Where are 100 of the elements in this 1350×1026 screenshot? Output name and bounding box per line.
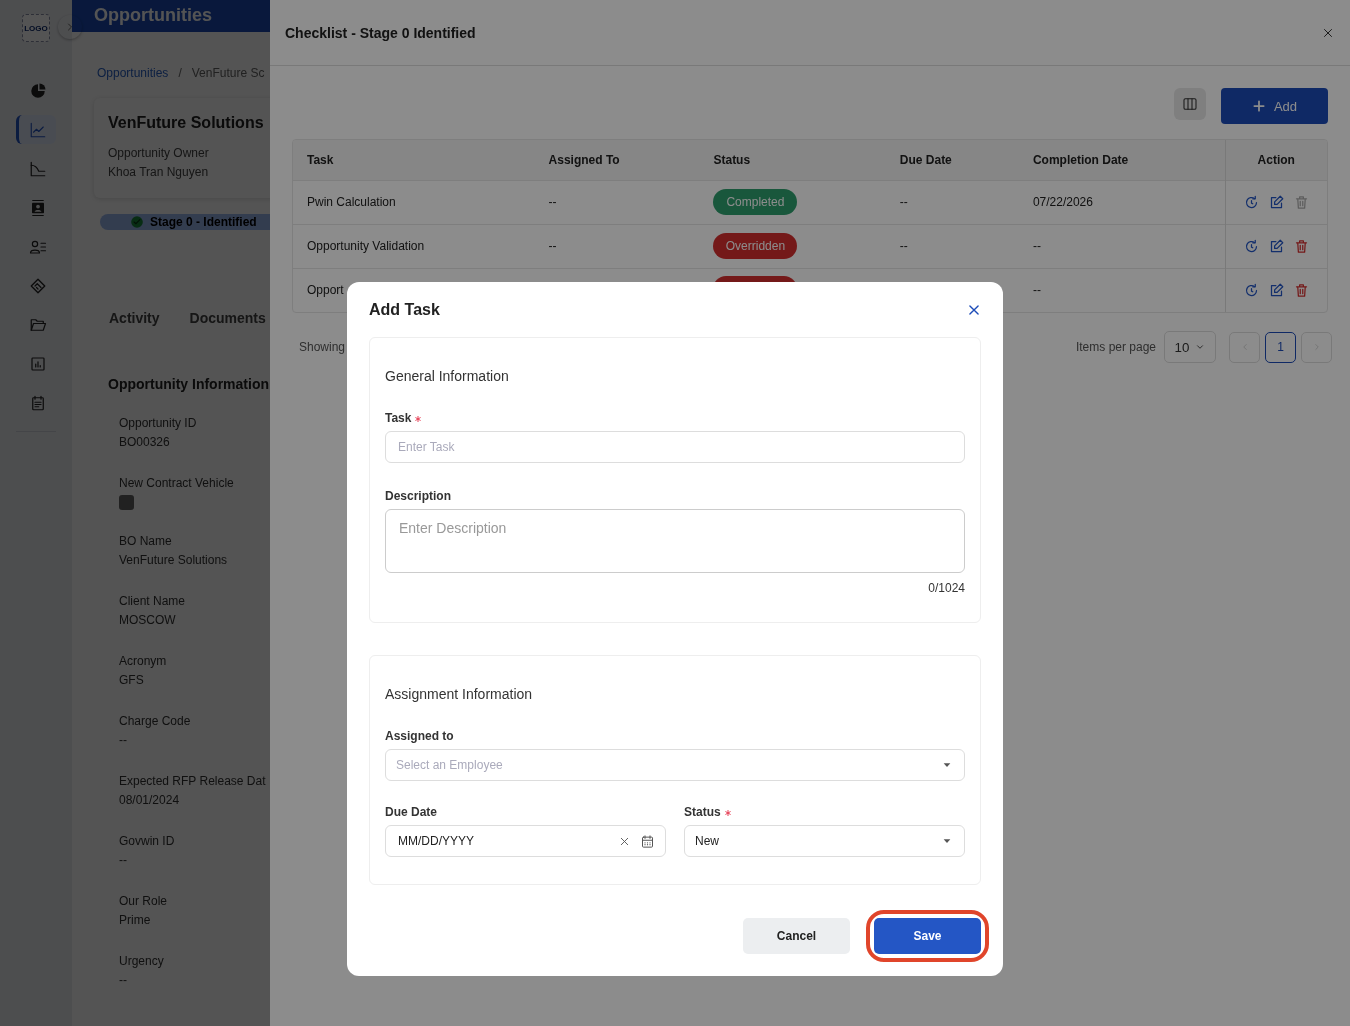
field-value: -- <box>119 972 128 989</box>
page-button[interactable]: 1 <box>1265 331 1296 363</box>
refresh-button[interactable] <box>1243 282 1259 298</box>
section-title: Assignment Information <box>385 686 534 702</box>
field-label: Client Name <box>119 593 187 610</box>
table-cell: -- <box>885 224 1019 268</box>
page-title: Opportunities <box>72 0 270 32</box>
dropdown-arrow-icon <box>942 760 952 770</box>
columns-button[interactable] <box>1174 88 1206 120</box>
showing-text: Showing <box>299 340 346 354</box>
calendar-button[interactable] <box>640 833 655 849</box>
declining-chart-icon <box>28 159 47 178</box>
delete-button[interactable] <box>1293 282 1309 298</box>
close-button[interactable] <box>967 303 981 317</box>
table-cell: -- <box>534 180 700 224</box>
table-cell: -- <box>1018 224 1225 268</box>
refresh-button[interactable] <box>1243 238 1259 254</box>
clear-icon <box>619 835 630 847</box>
field-value: MOSCOW <box>119 612 177 629</box>
opportunity-name: VenFuture Solutions <box>108 113 265 132</box>
checkbox[interactable] <box>119 495 134 510</box>
column-header: Completion Date <box>1018 140 1225 180</box>
column-header: Action <box>1225 140 1327 180</box>
status-select[interactable]: New <box>684 825 965 857</box>
field-label: Our Role <box>119 893 169 910</box>
date-value: MM/DD/YYYY <box>398 834 475 848</box>
character-counter: 0/1024 <box>927 581 965 595</box>
field-value: Prime <box>119 912 152 929</box>
table-cell: -- <box>885 180 1019 224</box>
table-cell: -- <box>1018 268 1225 312</box>
edit-button[interactable] <box>1268 238 1284 254</box>
close-icon <box>1322 26 1334 39</box>
table-cell: 07/22/2026 <box>1018 180 1225 224</box>
delete-button[interactable] <box>1293 238 1309 254</box>
page-size-select[interactable]: 10 <box>1164 331 1216 363</box>
tab[interactable]: Documents <box>189 310 266 334</box>
field-label: Status <box>684 805 721 819</box>
close-button[interactable] <box>1322 26 1334 39</box>
line-chart-icon <box>28 120 47 139</box>
edit-icon <box>1268 194 1284 210</box>
check-circle-icon <box>130 214 144 229</box>
logo: LOGO <box>22 14 50 42</box>
column-header: Task <box>293 140 535 180</box>
description-input[interactable]: Enter Description <box>385 509 965 573</box>
refresh-icon <box>1243 282 1259 298</box>
edit-button[interactable] <box>1268 282 1284 298</box>
trash-icon <box>1293 282 1309 298</box>
items-per-page-label: Items per page <box>1075 340 1156 354</box>
employee-select[interactable]: Select an Employee <box>385 749 965 781</box>
field-value: -- <box>119 852 128 869</box>
close-icon <box>967 303 981 317</box>
dropdown-arrow-icon <box>942 836 952 846</box>
status-value: New <box>695 834 719 848</box>
edit-button[interactable] <box>1268 194 1284 210</box>
field-label: Urgency <box>119 953 165 970</box>
status-badge: Completed <box>713 189 798 215</box>
field-label: Assigned to <box>385 729 454 743</box>
column-header: Assigned To <box>534 140 700 180</box>
section-title: General Information <box>385 368 510 384</box>
trash-icon <box>1293 238 1309 254</box>
columns-icon <box>1182 96 1198 112</box>
column-header: Status <box>699 140 886 180</box>
tab[interactable]: Activity <box>109 310 160 334</box>
clear-button[interactable] <box>619 835 630 847</box>
field-label: New Contract Vehicle <box>119 475 235 492</box>
field-value: GFS <box>119 672 145 689</box>
table-cell: -- <box>534 224 700 268</box>
refresh-button[interactable] <box>1243 194 1259 210</box>
table-cell: Opportunity Validation <box>293 224 535 268</box>
field-label: Task <box>385 411 412 425</box>
calendar-icon <box>640 833 655 849</box>
field-label: Description <box>385 489 451 503</box>
owner-label: Opportunity Owner <box>108 144 210 162</box>
save-button[interactable]: Save <box>874 918 981 954</box>
table-cell: Pwin Calculation <box>293 180 535 224</box>
bar-chart-icon <box>28 354 47 373</box>
field-value: VenFuture Solutions <box>119 552 229 569</box>
field-label: Opportunity ID <box>119 415 198 432</box>
field-label: Expected RFP Release Dat <box>119 773 267 790</box>
field-value: 08/01/2024 <box>119 792 181 809</box>
field-label: Acronym <box>119 653 168 670</box>
refresh-icon <box>1243 238 1259 254</box>
field-label: Charge Code <box>119 713 192 730</box>
pie-chart-icon <box>28 81 47 100</box>
drawer-title: Checklist - Stage 0 Identified <box>285 24 476 41</box>
cancel-button[interactable]: Cancel <box>743 918 850 954</box>
date-field[interactable]: MM/DD/YYYY <box>385 825 666 857</box>
field-label: BO Name <box>119 533 173 550</box>
trash-icon <box>1293 194 1309 210</box>
stage-label: Stage 0 - Identified <box>150 214 257 229</box>
plus-icon <box>1251 99 1266 113</box>
field-value: -- <box>119 732 128 749</box>
task-input[interactable]: Enter Task <box>385 431 965 463</box>
chevron-down-icon <box>1195 342 1206 352</box>
breadcrumb-separator: / <box>178 65 182 80</box>
field-value: BO00326 <box>119 434 171 451</box>
add-button[interactable]: Add <box>1221 88 1328 124</box>
field-label: Govwin ID <box>119 833 176 850</box>
refresh-icon <box>1243 194 1259 210</box>
sidebar-item[interactable] <box>16 115 56 144</box>
